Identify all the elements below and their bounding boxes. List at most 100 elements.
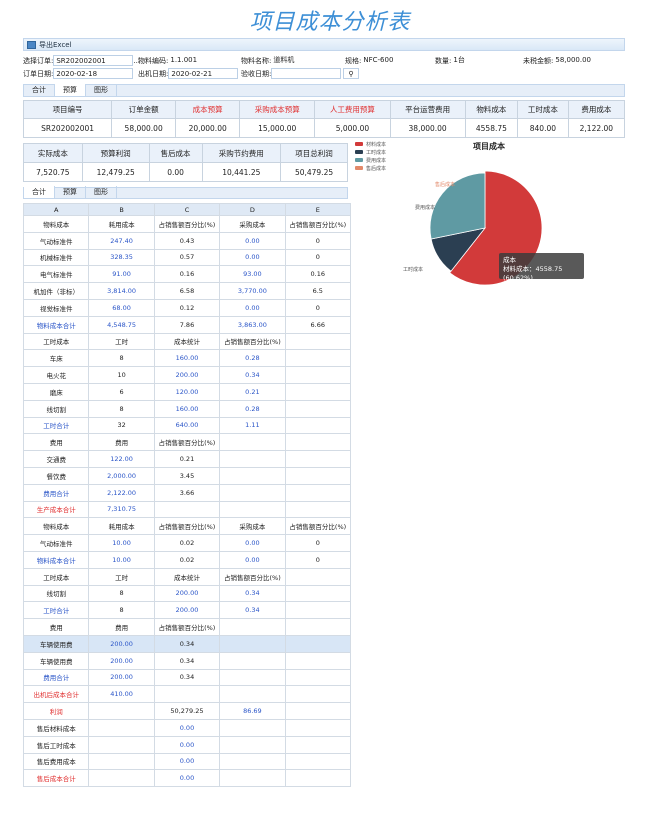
table-cell: 费用	[88, 433, 155, 452]
table-row: 出机后成本合计 410.00	[22, 685, 352, 704]
table-cell: 工时合计	[22, 416, 90, 435]
table-cell: 0.00	[153, 752, 221, 771]
summary-table: 项目编号 订单金额 成本预算 采购成本预算 人工费用预算 平台运营费用 物料成本…	[22, 100, 626, 138]
table-cell: 0.34	[219, 584, 286, 603]
table-row: 工时成本 工时 成本统计 占销售额百分比(%)	[22, 332, 352, 351]
table-cell: 50,279.25	[153, 702, 221, 720]
tab-budget[interactable]: 预算	[55, 84, 86, 96]
table-cell: 32	[88, 416, 155, 435]
material-name-value: 道料机	[271, 55, 332, 66]
table-cell	[219, 634, 286, 653]
table-cell: 0.02	[153, 534, 221, 552]
table-cell: 物料成本合计	[22, 550, 90, 569]
table-cell: 2,122.00	[88, 483, 155, 502]
cost-pie-chart: 项目成本 材料成本 工时成本 费用成本 售后成本 工时成本 费用成本 售后成本	[355, 138, 625, 288]
table-cell: 费用	[22, 618, 90, 636]
table-cell: 0	[284, 248, 352, 267]
table-cell: 视觉标准件	[22, 298, 90, 317]
table-row: 售后材料成本 0.00	[22, 718, 352, 737]
table-cell	[284, 634, 352, 653]
table-row: 气动标准件 247.40 0.43 0.00 0	[22, 231, 352, 250]
table-cell: 电气标准件	[22, 265, 90, 284]
table-cell	[219, 735, 286, 754]
table-cell: 0.00	[219, 248, 286, 267]
table-cell: 0	[284, 534, 352, 552]
table-cell	[284, 718, 352, 737]
table-cell: 0.16	[284, 265, 352, 284]
table-row: 费用 费用 占销售额百分比(%)	[22, 433, 352, 452]
table-cell	[284, 466, 352, 485]
chart-tooltip: 成本 材料成本：4558.75 (60.62%)	[499, 253, 584, 282]
table-cell: 车床	[22, 349, 90, 368]
table-cell: 物料成本	[22, 215, 90, 233]
table-cell: 8	[88, 349, 155, 368]
search-icon[interactable]: ⚲	[343, 68, 359, 79]
column-header[interactable]: D	[219, 203, 286, 216]
table-cell: 0.00	[219, 550, 286, 569]
table-cell	[219, 752, 286, 771]
order-date-input[interactable]: 2020-02-18	[53, 68, 134, 79]
slice-label: 工时成本	[403, 266, 423, 273]
table-cell: 占销售额百分比(%)	[153, 215, 221, 233]
column-header[interactable]: B	[88, 203, 155, 216]
table-cell	[284, 450, 352, 468]
table-cell: 生产成本合计	[22, 500, 90, 519]
sheet-tab-total[interactable]: 合计	[24, 186, 55, 198]
table-cell	[88, 735, 155, 754]
table-cell: 0.57	[153, 248, 221, 267]
table-cell	[284, 500, 352, 519]
table-cell: 2,000.00	[88, 466, 155, 485]
column-header[interactable]: E	[284, 203, 352, 216]
table-row: 费用合计 200.00 0.34	[22, 668, 352, 687]
table-cell: 0.00	[153, 769, 221, 788]
table-cell: 占销售额百分比(%)	[219, 332, 286, 351]
table-cell: 0.12	[153, 298, 221, 317]
table-cell: 线切割	[22, 584, 90, 603]
tab-chart[interactable]: 图形	[86, 84, 117, 96]
table-cell: 占销售额百分比(%)	[153, 433, 221, 452]
sheet-tab-chart[interactable]: 图形	[86, 186, 117, 198]
table-cell	[284, 584, 352, 603]
table-cell: 0	[284, 231, 352, 250]
table-cell: 200.00	[88, 668, 155, 687]
table-cell: 3.66	[153, 483, 221, 502]
table-cell: 0.00	[219, 231, 286, 250]
table-row: 物料成本 耗用成本 占销售额百分比(%) 采购成本 占销售额百分比(%)	[22, 517, 352, 536]
table-cell	[219, 685, 286, 704]
table-cell: 电火花	[22, 366, 90, 384]
column-header[interactable]: C	[153, 203, 221, 216]
accept-date-input[interactable]	[271, 68, 342, 79]
table-cell: 占销售额百分比(%)	[153, 517, 221, 536]
table-cell: 4,548.75	[88, 315, 155, 334]
table-cell: 3,814.00	[88, 282, 155, 300]
table-cell: 0.28	[219, 399, 286, 418]
table-cell: 247.40	[88, 231, 155, 250]
table-cell: 0.21	[219, 382, 286, 401]
cost-detail-sheet: A B C D E 物料成本 耗用成本 占销售额百分比(%) 采购成本 占销售额百分比(%) 气动标…	[22, 203, 352, 788]
table-cell: 车辆使用费	[22, 651, 90, 670]
table-row: 工时合计 8 200.00 0.34	[22, 601, 352, 620]
table-cell: 200.00	[88, 634, 155, 653]
table-cell: 费用合计	[22, 668, 90, 687]
order-input[interactable]: SR202002001	[53, 55, 134, 66]
qty-value: 1台	[451, 55, 482, 66]
table-cell: 费用	[22, 433, 90, 452]
table-cell: 3,770.00	[219, 282, 286, 300]
table-cell: 工时	[88, 332, 155, 351]
table-cell: 0.28	[219, 349, 286, 368]
table-cell: 0.34	[219, 366, 286, 384]
table-cell: 0	[284, 550, 352, 569]
tab-total[interactable]: 合计	[24, 84, 55, 96]
ship-date-input[interactable]: 2020-02-21	[168, 68, 239, 79]
table-cell: 7.86	[153, 315, 221, 334]
table-cell: 10	[88, 366, 155, 384]
export-excel-button[interactable]: 导出Excel	[39, 40, 72, 50]
sheet-tab-budget[interactable]: 预算	[55, 186, 86, 198]
table-cell	[88, 769, 155, 788]
table-cell: 交通费	[22, 450, 90, 468]
table-cell: 122.00	[88, 450, 155, 468]
table-cell: 93.00	[219, 265, 286, 284]
spec-value: NFC-600	[361, 55, 417, 66]
table-cell	[88, 752, 155, 771]
column-header[interactable]: A	[22, 203, 90, 216]
